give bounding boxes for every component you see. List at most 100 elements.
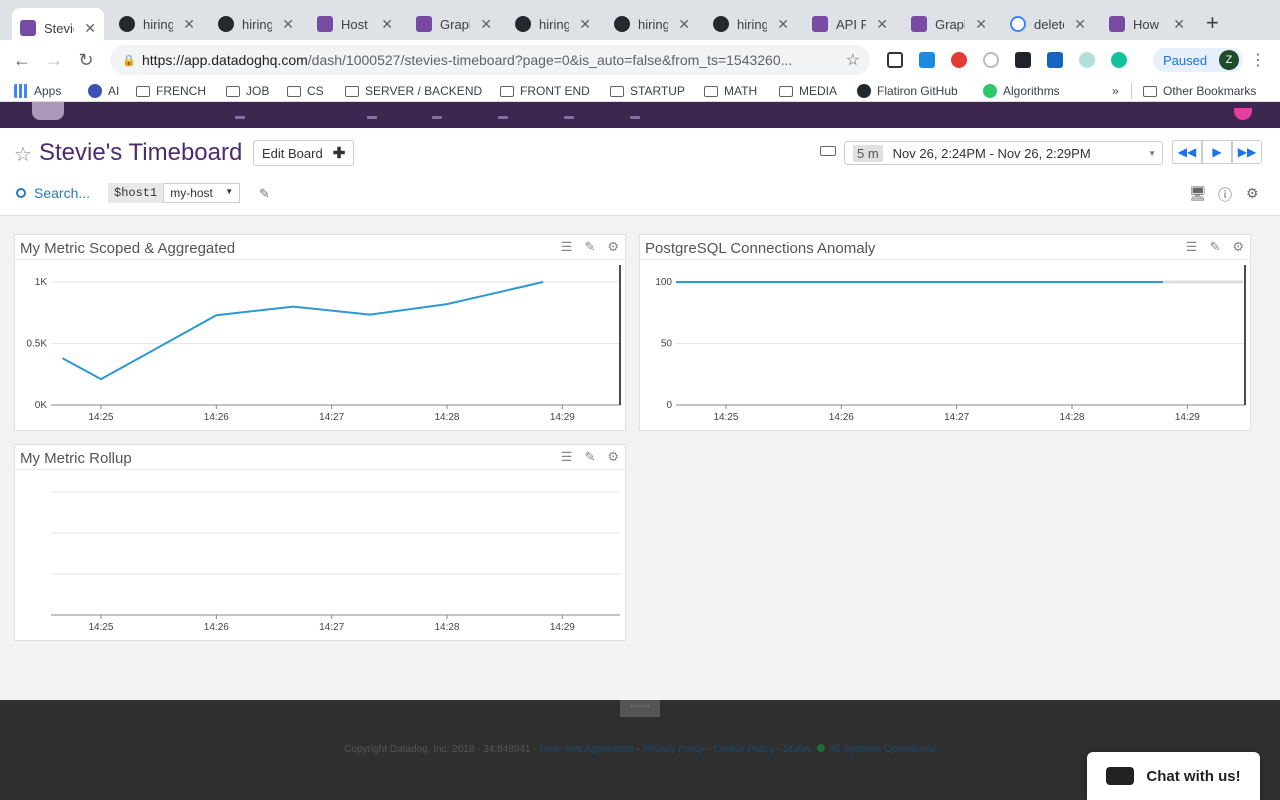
template-var-select[interactable]: my-host ▼ (163, 183, 241, 203)
browser-menu-icon[interactable]: ⋮ (1250, 50, 1266, 70)
close-icon[interactable]: ✕ (579, 16, 591, 33)
bookmark-item[interactable]: MATH (704, 83, 757, 99)
nav-item-icon[interactable] (367, 116, 377, 119)
extension-shield-icon[interactable] (951, 52, 967, 68)
nav-item-icon[interactable] (235, 116, 245, 119)
footer-link[interactable]: Privacy Policy (642, 744, 704, 755)
bookmark-item[interactable]: CS (287, 83, 324, 99)
bookmark-item[interactable]: FRENCH (136, 83, 206, 99)
tv-mode-icon[interactable]: 🖥 (1189, 185, 1207, 202)
user-avatar[interactable] (1234, 108, 1252, 120)
bookmark-item[interactable]: MEDIA (779, 83, 837, 99)
address-bar[interactable]: 🔒 https://app.datadoghq.com/dash/1000527… (110, 45, 870, 75)
close-icon[interactable]: ✕ (876, 16, 888, 33)
x-tick-label: 14:28 (434, 412, 459, 423)
bookmark-item[interactable]: SERVER / BACKEND (345, 83, 482, 99)
bookmark-item[interactable]: STARTUP (610, 83, 685, 99)
extension-circle-icon[interactable] (983, 52, 999, 68)
browser-tab[interactable]: Graph ✕ (903, 8, 995, 40)
browser-tab[interactable]: API Re ✕ (804, 8, 896, 40)
template-variable[interactable]: $host1 my-host ▼ (108, 183, 241, 203)
footer-link[interactable]: Free-Trial Agreement (539, 744, 633, 755)
browser-tab[interactable]: Host r ✕ (309, 8, 401, 40)
nav-item-icon[interactable] (432, 116, 442, 119)
fast-forward-button[interactable]: ▶▶ (1232, 140, 1262, 164)
edit-pencil-icon[interactable]: ✎ (259, 186, 270, 202)
favorite-star-icon[interactable]: ☆ (14, 142, 32, 167)
keyboard-icon[interactable] (820, 146, 836, 156)
close-icon[interactable]: ✕ (381, 16, 393, 33)
nav-item-icon[interactable] (498, 116, 508, 119)
close-icon[interactable]: ✕ (777, 16, 789, 33)
widget-postgres-anomaly[interactable]: PostgreSQL Connections Anomaly ☰ ✎ ⚙ 0 50… (639, 234, 1251, 431)
browser-tab[interactable]: How d ✕ (1101, 8, 1193, 40)
gear-icon[interactable]: ⚙ (607, 239, 619, 255)
x-tick-label: 14:27 (319, 412, 344, 423)
bookmark-item[interactable]: Algorithms (983, 83, 1060, 99)
gear-icon[interactable]: ⚙ (607, 449, 619, 465)
footer-link[interactable]: Status (783, 744, 811, 755)
bookmark-item[interactable]: Flatiron GitHub (857, 83, 958, 99)
x-tick-label: 14:26 (829, 412, 854, 423)
close-icon[interactable]: ✕ (84, 20, 96, 37)
bookmark-item[interactable]: Apps (14, 83, 61, 99)
back-icon[interactable]: ← (6, 50, 38, 71)
nav-item-icon[interactable] (630, 116, 640, 119)
reload-icon[interactable]: ↻ (70, 50, 102, 71)
gear-icon[interactable]: ⚙ (1246, 185, 1259, 202)
drag-handle-icon[interactable]: ⋯⋯ (620, 700, 660, 717)
bookmark-item[interactable]: JOB (226, 83, 269, 99)
nav-item-icon[interactable] (564, 116, 574, 119)
browser-tab[interactable]: hiring ✕ (606, 8, 698, 40)
grammarly-icon[interactable] (1111, 52, 1127, 68)
gear-icon[interactable]: ⚙ (1232, 239, 1244, 255)
close-icon[interactable]: ✕ (282, 16, 294, 33)
widget-metric-scoped[interactable]: My Metric Scoped & Aggregated ☰ ✎ ⚙ 0K 0.… (14, 234, 626, 431)
browser-tab[interactable]: hiring ✕ (210, 8, 302, 40)
edit-pencil-icon[interactable]: ✎ (584, 239, 595, 255)
browser-tab[interactable]: hiring ✕ (111, 8, 203, 40)
close-icon[interactable]: ✕ (975, 16, 987, 33)
edit-pencil-icon[interactable]: ✎ (584, 449, 595, 465)
extension-target-icon[interactable] (1079, 52, 1095, 68)
bookmark-item[interactable]: FRONT END (500, 83, 590, 99)
browser-tab[interactable]: hiring ✕ (705, 8, 797, 40)
extension-grid-icon[interactable] (1047, 52, 1063, 68)
footer-link[interactable]: Cookie Policy (714, 744, 775, 755)
edit-pencil-icon[interactable]: ✎ (1209, 239, 1220, 255)
rewind-button[interactable]: ◀◀ (1172, 140, 1202, 164)
close-icon[interactable]: ✕ (1173, 16, 1185, 33)
bookmark-item[interactable]: AI (88, 83, 119, 99)
bookmark-star-icon[interactable]: ☆ (846, 50, 860, 70)
more-bookmarks-icon[interactable]: » (1112, 83, 1119, 99)
datadog-logo[interactable] (32, 102, 64, 120)
tab-title: hiring (737, 16, 768, 32)
info-icon[interactable]: ⓘ (1218, 185, 1232, 205)
react-devtools-icon[interactable] (1015, 52, 1031, 68)
browser-tab[interactable]: hiring ✕ (507, 8, 599, 40)
list-icon[interactable]: ☰ (561, 449, 573, 465)
bookmark-item[interactable]: Other Bookmarks (1143, 83, 1256, 99)
play-button[interactable]: ▶ (1202, 140, 1232, 164)
new-tab-button[interactable]: + (1206, 10, 1219, 36)
list-icon[interactable]: ☰ (561, 239, 573, 255)
time-range-picker[interactable]: 5 m Nov 26, 2:24PM - Nov 26, 2:29PM ▼ (844, 141, 1163, 165)
close-icon[interactable]: ✕ (1074, 16, 1086, 33)
screenshot-extension-icon[interactable] (887, 52, 903, 68)
widget-metric-rollup[interactable]: My Metric Rollup ☰ ✎ ⚙ 14:25 14:26 14:27 14… (14, 444, 626, 641)
y-tick-label: 0 (666, 400, 672, 411)
close-icon[interactable]: ✕ (183, 16, 195, 33)
close-icon[interactable]: ✕ (678, 16, 690, 33)
close-icon[interactable]: ✕ (480, 16, 492, 33)
extension-blue-icon[interactable] (919, 52, 935, 68)
list-icon[interactable]: ☰ (1186, 239, 1198, 255)
edit-board-button[interactable]: Edit Board ✚ (253, 140, 355, 166)
profile-paused-button[interactable]: Paused Z (1153, 48, 1243, 72)
search-input[interactable]: Search... (16, 185, 90, 201)
browser-tab[interactable]: delete ✕ (1002, 8, 1094, 40)
forward-icon[interactable]: → (38, 50, 70, 71)
status-link[interactable]: All Systems Operational (829, 744, 936, 755)
search-placeholder: Search... (34, 185, 91, 201)
chat-button[interactable]: Chat with us! (1087, 752, 1260, 800)
browser-tab[interactable]: Graph ✕ (408, 8, 500, 40)
